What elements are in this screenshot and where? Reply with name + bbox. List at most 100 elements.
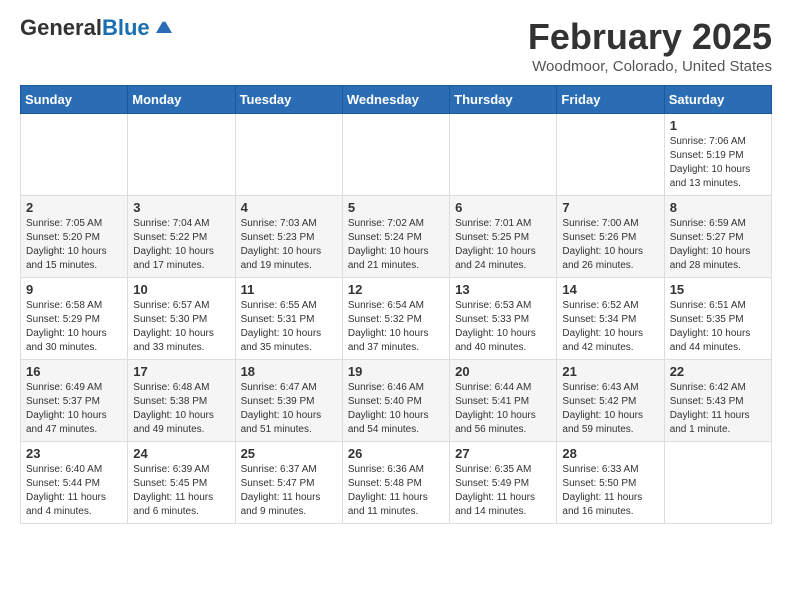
weekday-header-sunday: Sunday — [21, 86, 128, 114]
calendar-cell: 1 Sunrise: 7:06 AM Sunset: 5:19 PM Daylig… — [664, 114, 771, 196]
day-number: 9 — [26, 282, 122, 297]
logo: GeneralBlue — [20, 16, 174, 40]
day-info: Sunrise: 6:46 AM Sunset: 5:40 PM Dayligh… — [348, 381, 444, 437]
day-info: Sunrise: 6:58 AM Sunset: 5:29 PM Dayligh… — [26, 299, 122, 355]
day-number: 19 — [348, 364, 444, 379]
day-info: Sunrise: 6:55 AM Sunset: 5:31 PM Dayligh… — [241, 299, 337, 355]
location: Woodmoor, Colorado, United States — [528, 58, 772, 75]
day-number: 28 — [562, 446, 658, 461]
day-number: 18 — [241, 364, 337, 379]
day-number: 6 — [455, 200, 551, 215]
weekday-header-saturday: Saturday — [664, 86, 771, 114]
calendar-cell: 16 Sunrise: 6:49 AM Sunset: 5:37 PM Dayli… — [21, 360, 128, 442]
day-number: 24 — [133, 446, 229, 461]
day-number: 20 — [455, 364, 551, 379]
calendar-cell: 20 Sunrise: 6:44 AM Sunset: 5:41 PM Dayli… — [450, 360, 557, 442]
week-row-2: 2 Sunrise: 7:05 AM Sunset: 5:20 PM Daylig… — [21, 196, 772, 278]
day-number: 22 — [670, 364, 766, 379]
day-number: 7 — [562, 200, 658, 215]
logo-general: General — [20, 15, 102, 40]
calendar-cell: 10Sunrise: 6:57 AM Sunset: 5:30 PM Dayli… — [128, 278, 235, 360]
day-number: 23 — [26, 446, 122, 461]
day-info: Sunrise: 7:01 AM Sunset: 5:25 PM Dayligh… — [455, 217, 551, 273]
calendar-cell — [557, 114, 664, 196]
day-info: Sunrise: 6:39 AM Sunset: 5:45 PM Dayligh… — [133, 463, 229, 519]
calendar-cell: 8 Sunrise: 6:59 AM Sunset: 5:27 PM Daylig… — [664, 196, 771, 278]
weekday-header-tuesday: Tuesday — [235, 86, 342, 114]
week-row-4: 16 Sunrise: 6:49 AM Sunset: 5:37 PM Dayli… — [21, 360, 772, 442]
day-info: Sunrise: 7:04 AM Sunset: 5:22 PM Dayligh… — [133, 217, 229, 273]
calendar-cell: 7 Sunrise: 7:00 AM Sunset: 5:26 PM Daylig… — [557, 196, 664, 278]
calendar-cell: 4Sunrise: 7:03 AM Sunset: 5:23 PM Daylig… — [235, 196, 342, 278]
day-info: Sunrise: 7:03 AM Sunset: 5:23 PM Dayligh… — [241, 217, 337, 273]
day-info: Sunrise: 6:35 AM Sunset: 5:49 PM Dayligh… — [455, 463, 551, 519]
day-number: 25 — [241, 446, 337, 461]
week-row-1: 1 Sunrise: 7:06 AM Sunset: 5:19 PM Daylig… — [21, 114, 772, 196]
day-info: Sunrise: 7:05 AM Sunset: 5:20 PM Dayligh… — [26, 217, 122, 273]
calendar-cell: 3 Sunrise: 7:04 AM Sunset: 5:22 PM Daylig… — [128, 196, 235, 278]
day-info: Sunrise: 6:51 AM Sunset: 5:35 PM Dayligh… — [670, 299, 766, 355]
day-info: Sunrise: 6:33 AM Sunset: 5:50 PM Dayligh… — [562, 463, 658, 519]
calendar-cell: 22 Sunrise: 6:42 AM Sunset: 5:43 PM Dayli… — [664, 360, 771, 442]
calendar-cell: 9 Sunrise: 6:58 AM Sunset: 5:29 PM Daylig… — [21, 278, 128, 360]
day-number: 1 — [670, 118, 766, 133]
week-row-3: 9 Sunrise: 6:58 AM Sunset: 5:29 PM Daylig… — [21, 278, 772, 360]
day-info: Sunrise: 6:47 AM Sunset: 5:39 PM Dayligh… — [241, 381, 337, 437]
logo-blue: Blue — [102, 15, 150, 40]
calendar-cell — [450, 114, 557, 196]
weekday-header-friday: Friday — [557, 86, 664, 114]
day-number: 2 — [26, 200, 122, 215]
day-info: Sunrise: 6:37 AM Sunset: 5:47 PM Dayligh… — [241, 463, 337, 519]
calendar-cell: 6 Sunrise: 7:01 AM Sunset: 5:25 PM Daylig… — [450, 196, 557, 278]
weekday-header-row: SundayMondayTuesdayWednesdayThursdayFrid… — [21, 86, 772, 114]
calendar: SundayMondayTuesdayWednesdayThursdayFrid… — [20, 85, 772, 524]
calendar-cell: 24 Sunrise: 6:39 AM Sunset: 5:45 PM Dayli… — [128, 442, 235, 524]
calendar-cell: 14 Sunrise: 6:52 AM Sunset: 5:34 PM Dayli… — [557, 278, 664, 360]
logo-icon — [152, 19, 174, 37]
day-info: Sunrise: 6:59 AM Sunset: 5:27 PM Dayligh… — [670, 217, 766, 273]
calendar-cell — [664, 442, 771, 524]
calendar-cell: 21Sunrise: 6:43 AM Sunset: 5:42 PM Dayli… — [557, 360, 664, 442]
day-number: 12 — [348, 282, 444, 297]
day-info: Sunrise: 6:40 AM Sunset: 5:44 PM Dayligh… — [26, 463, 122, 519]
day-number: 15 — [670, 282, 766, 297]
title-area: February 2025 Woodmoor, Colorado, United… — [528, 16, 772, 75]
calendar-cell: 5 Sunrise: 7:02 AM Sunset: 5:24 PM Daylig… — [342, 196, 449, 278]
month-title: February 2025 — [528, 16, 772, 58]
day-number: 8 — [670, 200, 766, 215]
day-number: 16 — [26, 364, 122, 379]
calendar-cell: 28 Sunrise: 6:33 AM Sunset: 5:50 PM Dayli… — [557, 442, 664, 524]
day-info: Sunrise: 6:49 AM Sunset: 5:37 PM Dayligh… — [26, 381, 122, 437]
calendar-cell: 25 Sunrise: 6:37 AM Sunset: 5:47 PM Dayli… — [235, 442, 342, 524]
weekday-header-wednesday: Wednesday — [342, 86, 449, 114]
calendar-cell: 17 Sunrise: 6:48 AM Sunset: 5:38 PM Dayli… — [128, 360, 235, 442]
day-number: 17 — [133, 364, 229, 379]
calendar-cell: 18 Sunrise: 6:47 AM Sunset: 5:39 PM Dayli… — [235, 360, 342, 442]
header: GeneralBlue February 2025 Woodmoor, Colo… — [20, 16, 772, 75]
calendar-cell: 26Sunrise: 6:36 AM Sunset: 5:48 PM Dayli… — [342, 442, 449, 524]
day-number: 26 — [348, 446, 444, 461]
day-info: Sunrise: 7:06 AM Sunset: 5:19 PM Dayligh… — [670, 135, 766, 191]
day-info: Sunrise: 7:02 AM Sunset: 5:24 PM Dayligh… — [348, 217, 444, 273]
day-info: Sunrise: 6:52 AM Sunset: 5:34 PM Dayligh… — [562, 299, 658, 355]
calendar-cell: 27 Sunrise: 6:35 AM Sunset: 5:49 PM Dayli… — [450, 442, 557, 524]
day-number: 13 — [455, 282, 551, 297]
day-number: 5 — [348, 200, 444, 215]
day-number: 14 — [562, 282, 658, 297]
day-info: Sunrise: 7:00 AM Sunset: 5:26 PM Dayligh… — [562, 217, 658, 273]
calendar-cell: 13Sunrise: 6:53 AM Sunset: 5:33 PM Dayli… — [450, 278, 557, 360]
calendar-cell — [128, 114, 235, 196]
day-number: 10 — [133, 282, 229, 297]
day-number: 11 — [241, 282, 337, 297]
day-number: 27 — [455, 446, 551, 461]
day-number: 3 — [133, 200, 229, 215]
calendar-cell: 15 Sunrise: 6:51 AM Sunset: 5:35 PM Dayli… — [664, 278, 771, 360]
day-info: Sunrise: 6:44 AM Sunset: 5:41 PM Dayligh… — [455, 381, 551, 437]
calendar-cell: 12 Sunrise: 6:54 AM Sunset: 5:32 PM Dayli… — [342, 278, 449, 360]
day-info: Sunrise: 6:42 AM Sunset: 5:43 PM Dayligh… — [670, 381, 766, 437]
week-row-5: 23 Sunrise: 6:40 AM Sunset: 5:44 PM Dayli… — [21, 442, 772, 524]
weekday-header-monday: Monday — [128, 86, 235, 114]
day-info: Sunrise: 6:54 AM Sunset: 5:32 PM Dayligh… — [348, 299, 444, 355]
calendar-cell: 11 Sunrise: 6:55 AM Sunset: 5:31 PM Dayli… — [235, 278, 342, 360]
day-info: Sunrise: 6:48 AM Sunset: 5:38 PM Dayligh… — [133, 381, 229, 437]
